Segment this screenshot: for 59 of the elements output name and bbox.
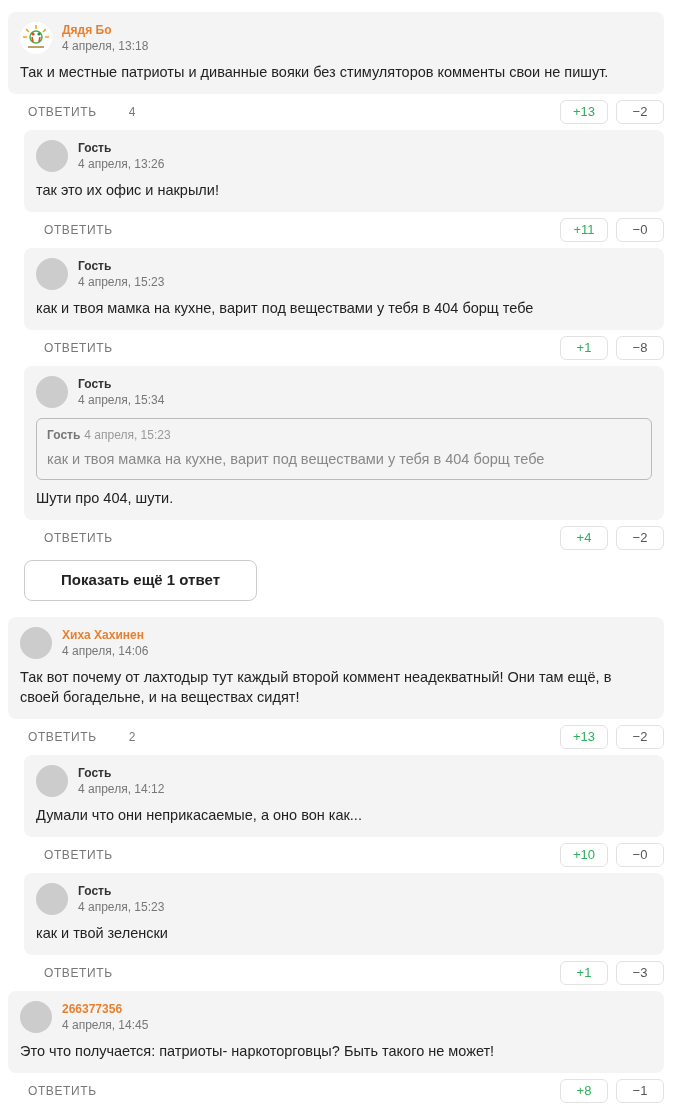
downvote-button[interactable]: −8 bbox=[616, 336, 664, 360]
comment-date: 4 апреля, 14:12 bbox=[78, 781, 165, 797]
author-name[interactable]: Гость bbox=[78, 883, 165, 899]
avatar bbox=[36, 376, 68, 408]
upvote-button[interactable]: +8 bbox=[560, 1079, 608, 1103]
reply-button[interactable]: ОТВЕТИТЬ bbox=[44, 964, 113, 982]
avatar bbox=[36, 765, 68, 797]
avatar bbox=[36, 140, 68, 172]
downvote-button[interactable]: −1 bbox=[616, 1079, 664, 1103]
upvote-button[interactable]: +10 bbox=[560, 843, 608, 867]
comment-date: 4 апреля, 15:23 bbox=[78, 274, 165, 290]
reply-button[interactable]: ОТВЕТИТЬ bbox=[44, 221, 113, 239]
reply-count: 2 bbox=[128, 729, 136, 746]
author-name[interactable]: 266377356 bbox=[62, 1001, 149, 1017]
comment-date: 4 апреля, 14:06 bbox=[62, 643, 149, 659]
downvote-button[interactable]: −2 bbox=[616, 725, 664, 749]
reply-button[interactable]: ОТВЕТИТЬ bbox=[44, 339, 113, 357]
upvote-button[interactable]: +1 bbox=[560, 961, 608, 985]
comment-text: Это что получается: патриоты- наркоторговцы? Быть такого не может! bbox=[20, 1042, 496, 1061]
upvote-button[interactable]: +13 bbox=[560, 100, 608, 124]
quote-author: Гость bbox=[47, 427, 81, 443]
comment-text: Так и местные патриоты и диванные вояки без стимуляторов комменты свои не пишут. bbox=[20, 63, 610, 82]
author-name[interactable]: Хиха Хахинен bbox=[62, 627, 149, 643]
avatar bbox=[36, 258, 68, 290]
reply-button[interactable]: ОТВЕТИТЬ bbox=[28, 103, 97, 121]
author-name[interactable]: Гость bbox=[78, 140, 165, 156]
reply-button[interactable]: ОТВЕТИТЬ bbox=[28, 728, 97, 746]
author-name[interactable]: Дядя Бо bbox=[62, 22, 149, 38]
author-name[interactable]: Гость bbox=[78, 765, 165, 781]
author-name[interactable]: Гость bbox=[78, 376, 165, 392]
comment-text: так это их офис и накрыли! bbox=[36, 181, 220, 200]
downvote-button[interactable]: −2 bbox=[616, 100, 664, 124]
comment-date: 4 апреля, 15:34 bbox=[78, 392, 165, 408]
quote-date: 4 апреля, 15:23 bbox=[84, 427, 171, 443]
reply-button[interactable]: ОТВЕТИТЬ bbox=[44, 529, 113, 547]
avatar bbox=[36, 883, 68, 915]
reply-count: 4 bbox=[128, 104, 136, 121]
quote-text: как и твоя мамка на кухне, варит под веществами у тебя в 404 борщ тебе bbox=[47, 450, 546, 469]
reply-button[interactable]: ОТВЕТИТЬ bbox=[44, 846, 113, 864]
comment-text: как и твой зеленски bbox=[36, 924, 169, 943]
upvote-button[interactable]: +4 bbox=[560, 526, 608, 550]
comment-date: 4 апреля, 13:18 bbox=[62, 38, 149, 54]
downvote-button[interactable]: −3 bbox=[616, 961, 664, 985]
comment-date: 4 апреля, 15:23 bbox=[78, 899, 165, 915]
upvote-button[interactable]: +11 bbox=[560, 218, 608, 242]
downvote-button[interactable]: −2 bbox=[616, 526, 664, 550]
upvote-button[interactable]: +13 bbox=[560, 725, 608, 749]
comment-text: Шути про 404, шути. bbox=[36, 489, 175, 508]
downvote-button[interactable]: −0 bbox=[616, 843, 664, 867]
show-more-button[interactable]: Показать ещё 1 ответ bbox=[24, 560, 257, 601]
comment-text: Думали что они неприкасаемые, а оно вон как... bbox=[36, 806, 363, 825]
comment-text: Так вот почему от лахтодыр тут каждый второй коммент неадекватный! Они там ещё, в своей богадельне, и на веществах сидят! bbox=[20, 668, 613, 707]
comment-date: 4 апреля, 13:26 bbox=[78, 156, 165, 172]
reply-button[interactable]: ОТВЕТИТЬ bbox=[28, 1082, 97, 1100]
comment-date: 4 апреля, 14:45 bbox=[62, 1017, 149, 1033]
author-name[interactable]: Гость bbox=[78, 258, 165, 274]
downvote-button[interactable]: −0 bbox=[616, 218, 664, 242]
upvote-button[interactable]: +1 bbox=[560, 336, 608, 360]
comment-text: как и твоя мамка на кухне, варит под веществами у тебя в 404 борщ тебе bbox=[36, 299, 535, 318]
